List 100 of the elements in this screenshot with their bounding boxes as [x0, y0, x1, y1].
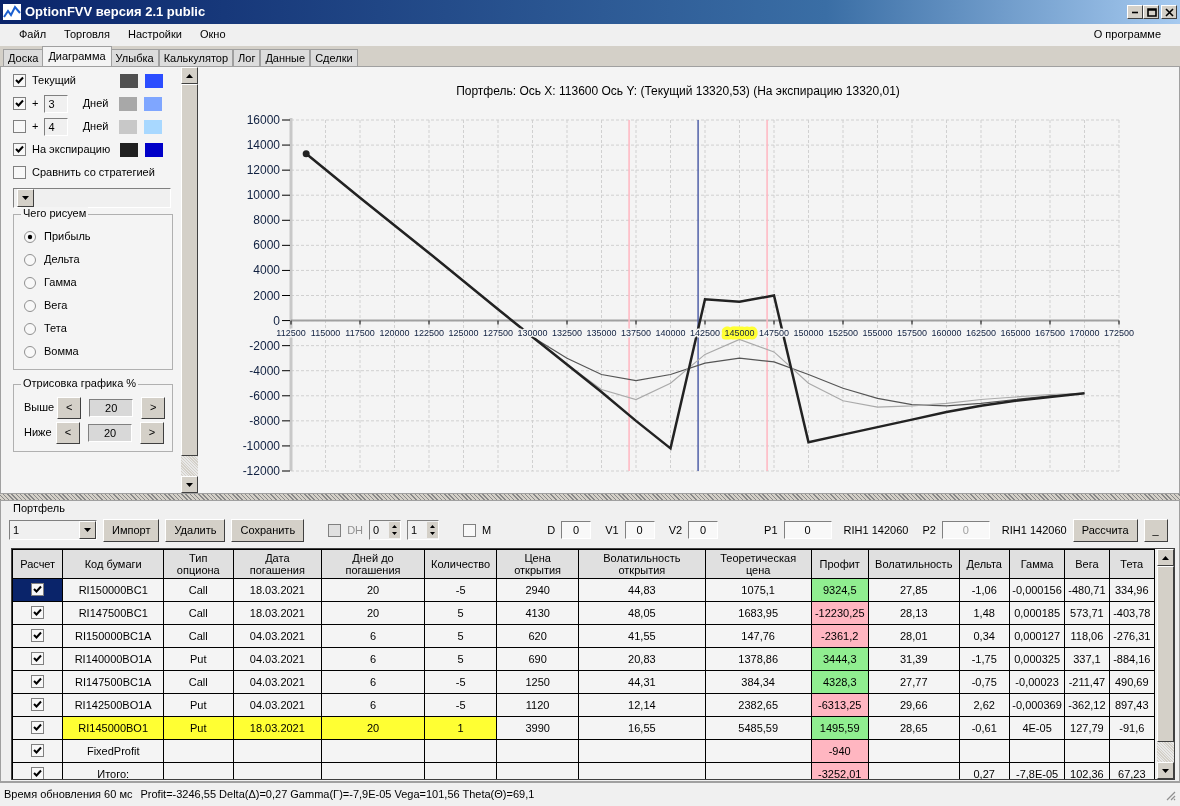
- axis-label: 125000: [448, 327, 479, 338]
- color-swatch[interactable]: [145, 142, 163, 157]
- portfolio-dropdown[interactable]: 1: [9, 520, 97, 541]
- menu-item[interactable]: О программе: [1084, 26, 1170, 44]
- radio-button[interactable]: [24, 345, 36, 358]
- strategy-dropdown[interactable]: [13, 188, 171, 208]
- checkbox[interactable]: [31, 721, 45, 735]
- table-cell[interactable]: [12, 578, 63, 602]
- checkbox[interactable]: [31, 767, 45, 780]
- color-swatch[interactable]: [144, 96, 163, 111]
- checkbox[interactable]: [463, 523, 477, 537]
- column-header[interactable]: Профит: [811, 549, 869, 579]
- color-swatch[interactable]: [120, 142, 138, 157]
- checkbox[interactable]: [13, 166, 26, 179]
- menu-item[interactable]: Торговля: [55, 26, 119, 44]
- tab[interactable]: Сделки: [310, 48, 358, 66]
- checkbox[interactable]: [31, 629, 45, 643]
- value-field[interactable]: 0: [688, 521, 719, 540]
- checkbox[interactable]: [13, 97, 26, 110]
- checkbox[interactable]: [13, 74, 26, 87]
- tab[interactable]: Калькулятор: [158, 48, 234, 66]
- color-swatch[interactable]: [145, 73, 163, 88]
- tab[interactable]: Данные: [260, 48, 311, 66]
- column-header[interactable]: Волатильность открытия: [578, 549, 706, 579]
- color-swatch[interactable]: [144, 119, 163, 134]
- toolbar-button[interactable]: Сохранить: [231, 518, 305, 542]
- field-label: V2: [668, 523, 683, 537]
- color-swatch[interactable]: [119, 119, 138, 134]
- spinner-field[interactable]: 1: [407, 520, 440, 541]
- column-header[interactable]: Код бумаги: [62, 549, 164, 579]
- checkbox[interactable]: [31, 583, 45, 597]
- checkbox[interactable]: [31, 606, 45, 620]
- toolbar-button[interactable]: Импорт: [103, 518, 160, 542]
- radio-button[interactable]: [24, 299, 36, 312]
- minimize-button[interactable]: [1127, 5, 1143, 19]
- spinner-field[interactable]: 0: [369, 520, 402, 541]
- decrease-button[interactable]: <: [57, 396, 82, 419]
- close-button[interactable]: [1161, 5, 1177, 19]
- percent-field[interactable]: 20: [89, 398, 134, 417]
- toolbar-button[interactable]: _: [1143, 518, 1168, 542]
- value-field[interactable]: 0: [561, 521, 592, 540]
- radio-button[interactable]: [24, 253, 36, 266]
- plus-label: +: [32, 119, 39, 134]
- axis-label: 162500: [966, 327, 996, 338]
- menu-item[interactable]: Настройки: [119, 26, 191, 44]
- tab[interactable]: Диаграмма: [42, 45, 112, 66]
- checkbox[interactable]: [13, 143, 26, 156]
- percent-field[interactable]: 20: [88, 423, 132, 442]
- column-header[interactable]: Волатильность: [868, 549, 960, 579]
- days-field[interactable]: 3: [44, 94, 69, 113]
- increase-button[interactable]: >: [140, 421, 164, 444]
- value-field[interactable]: 0: [624, 521, 655, 540]
- radio-button[interactable]: [24, 276, 36, 289]
- scroll-down-button[interactable]: [181, 476, 198, 493]
- table-cell[interactable]: [12, 693, 63, 717]
- ticker-label: RIH1 142060: [1001, 523, 1067, 537]
- toolbar-button[interactable]: Удалить: [165, 518, 226, 542]
- color-swatch[interactable]: [120, 73, 138, 88]
- axis-label: 12000: [246, 163, 280, 178]
- column-header[interactable]: Тип опциона: [163, 549, 234, 579]
- column-header[interactable]: Гамма: [1009, 549, 1065, 579]
- column-header[interactable]: Дельта: [959, 549, 1010, 579]
- value-field[interactable]: 0: [783, 521, 832, 540]
- column-header[interactable]: Дней до погашения: [321, 549, 425, 579]
- menu-item[interactable]: Окно: [190, 26, 235, 44]
- column-header[interactable]: Расчет: [12, 549, 63, 579]
- tab[interactable]: Доска: [3, 48, 44, 66]
- scroll-up-button[interactable]: [181, 67, 198, 84]
- scroll-down-button[interactable]: [1157, 762, 1174, 780]
- column-header[interactable]: Количество: [424, 549, 497, 579]
- toolbar-button[interactable]: Рассчита: [1072, 518, 1138, 542]
- table-cell[interactable]: [12, 601, 63, 625]
- scrollbar[interactable]: [1157, 549, 1174, 780]
- table-cell[interactable]: [12, 716, 63, 740]
- tab[interactable]: Лог: [233, 48, 261, 66]
- column-header[interactable]: Цена открытия: [496, 549, 579, 579]
- maximize-button[interactable]: [1143, 5, 1159, 19]
- increase-button[interactable]: >: [141, 396, 166, 419]
- menu-item[interactable]: Файл: [10, 26, 56, 44]
- radio-button[interactable]: [24, 230, 36, 243]
- days-field[interactable]: 4: [44, 117, 69, 136]
- table-cell[interactable]: [12, 670, 63, 694]
- scrollbar-thumb[interactable]: [1157, 566, 1174, 743]
- decrease-button[interactable]: <: [56, 421, 80, 444]
- column-header[interactable]: Дата погашения: [233, 549, 322, 579]
- column-header[interactable]: Тета: [1109, 549, 1155, 579]
- checkbox[interactable]: [31, 675, 45, 689]
- table-cell[interactable]: [12, 624, 63, 648]
- column-header[interactable]: Вега: [1064, 549, 1110, 579]
- table-cell[interactable]: [12, 647, 63, 671]
- table-cell[interactable]: [12, 739, 63, 763]
- column-header[interactable]: Теоретическая цена: [705, 549, 812, 579]
- checkbox[interactable]: [13, 120, 26, 133]
- checkbox[interactable]: [31, 698, 45, 712]
- scroll-up-button[interactable]: [1157, 549, 1174, 567]
- radio-button[interactable]: [24, 322, 36, 335]
- color-swatch[interactable]: [119, 96, 138, 111]
- tab[interactable]: Улыбка: [110, 48, 159, 66]
- checkbox[interactable]: [31, 744, 45, 758]
- checkbox[interactable]: [31, 652, 45, 666]
